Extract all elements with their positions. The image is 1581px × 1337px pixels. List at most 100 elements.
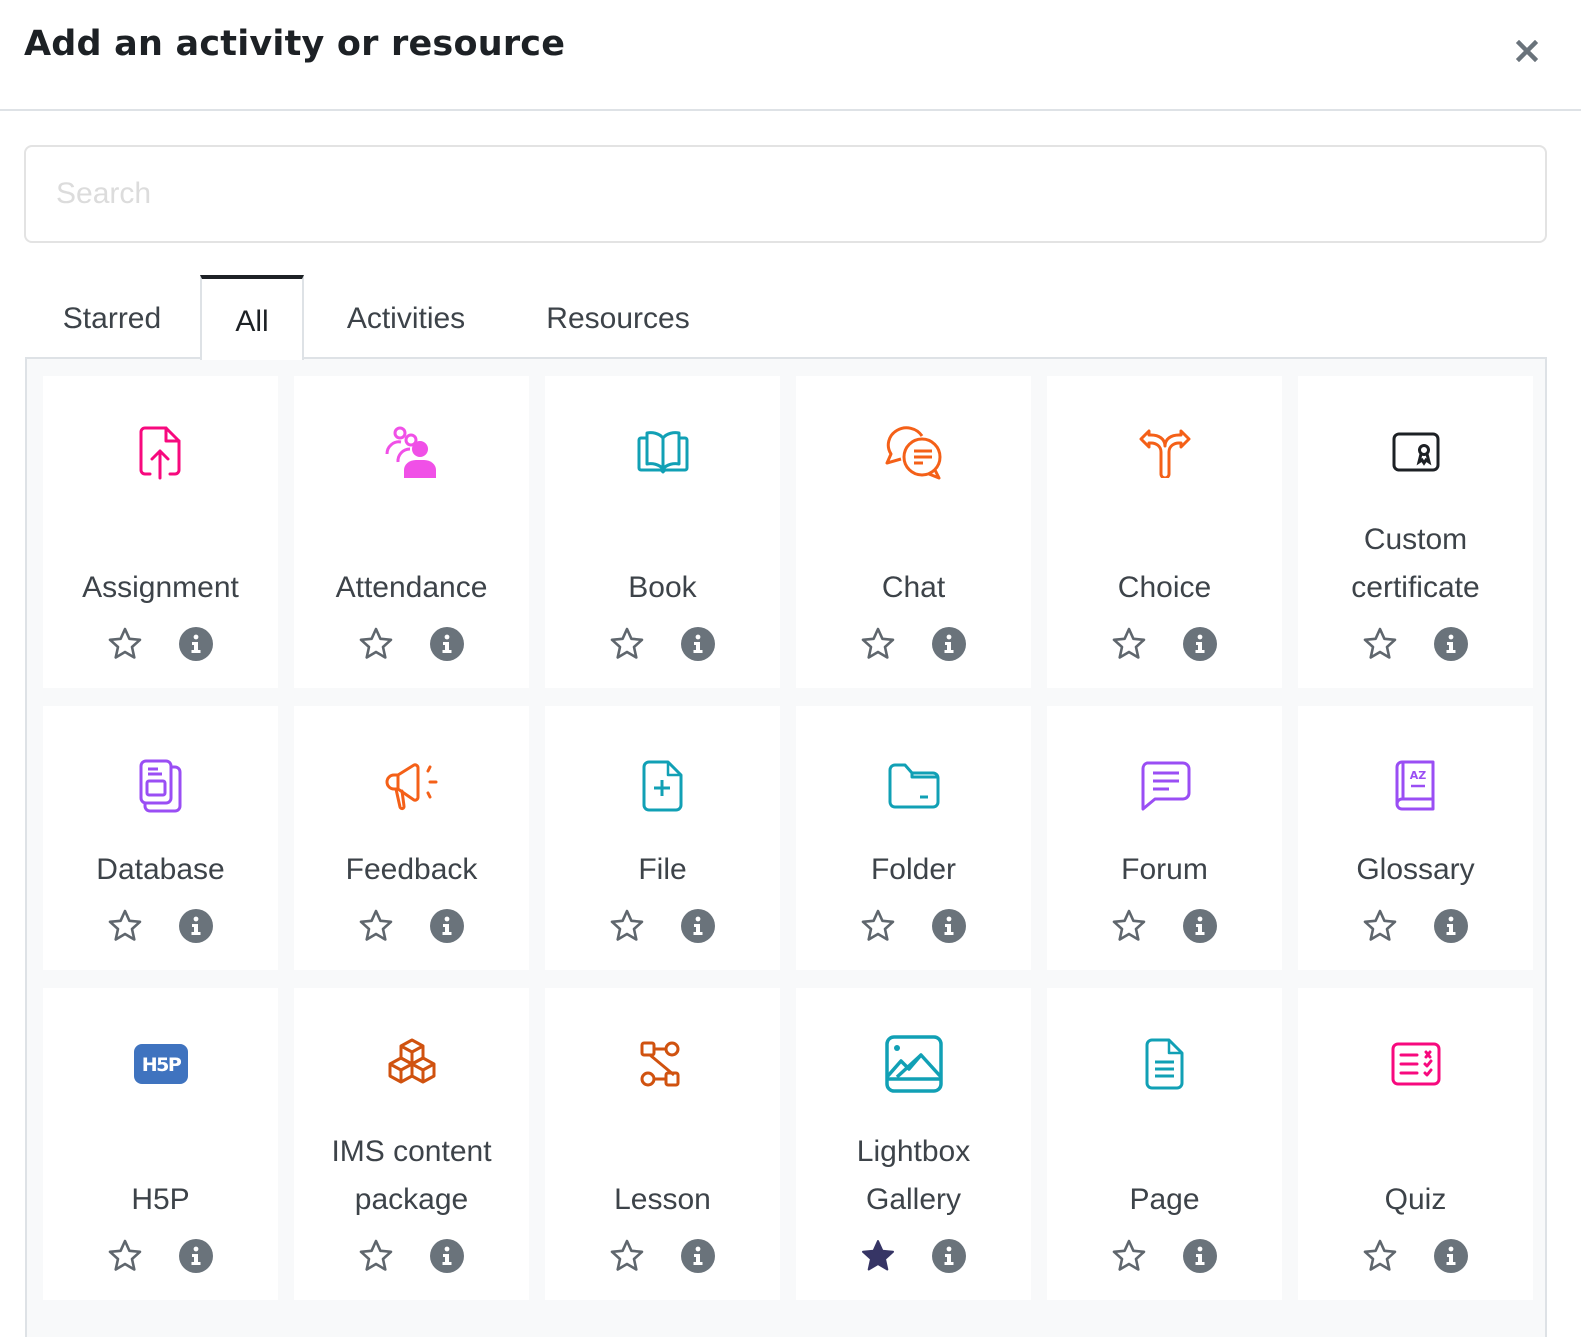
star-outline-icon[interactable]: [358, 908, 394, 944]
module-card-lightbox-gallery[interactable]: Lightbox Gallery: [796, 988, 1031, 1300]
star-outline-icon[interactable]: [1111, 626, 1147, 662]
module-card-lesson[interactable]: Lesson: [545, 988, 780, 1300]
module-label: Custom certificate: [1351, 523, 1480, 604]
star-outline-icon[interactable]: [358, 1238, 394, 1274]
star-outline-icon[interactable]: [107, 1238, 143, 1274]
file-plus-icon: [631, 754, 695, 818]
folder-icon: [882, 754, 946, 818]
dialog-title: Add an activity or resource: [24, 24, 566, 64]
tab-resources[interactable]: Resources: [530, 275, 706, 359]
info-icon[interactable]: [932, 1239, 966, 1273]
module-card-database[interactable]: Database: [43, 706, 278, 970]
module-label: Page: [1129, 1183, 1200, 1216]
star-outline-icon[interactable]: [609, 908, 645, 944]
tab-list: Starred All Activities Resources: [25, 275, 1546, 360]
modules-grid: Assignment Attendance Book Chat Choice Custom…: [43, 376, 1533, 1300]
module-label: Folder: [870, 853, 957, 886]
info-icon[interactable]: [1183, 1239, 1217, 1273]
chat-bubbles-icon: [882, 420, 946, 484]
module-actions: [1047, 624, 1282, 664]
star-outline-icon[interactable]: [609, 1238, 645, 1274]
module-card-quiz[interactable]: Quiz: [1298, 988, 1533, 1300]
info-icon[interactable]: [1434, 627, 1468, 661]
dialog-header: Add an activity or resource: [0, 0, 1581, 111]
module-actions: [545, 906, 780, 946]
module-card-book[interactable]: Book: [545, 376, 780, 688]
module-label: Database: [96, 853, 225, 886]
module-card-file[interactable]: File: [545, 706, 780, 970]
info-icon[interactable]: [179, 909, 213, 943]
module-card-attendance[interactable]: Attendance: [294, 376, 529, 688]
module-actions: [796, 1236, 1031, 1276]
info-icon[interactable]: [179, 627, 213, 661]
star-outline-icon[interactable]: [860, 908, 896, 944]
info-icon[interactable]: [681, 1239, 715, 1273]
info-icon[interactable]: [1183, 627, 1217, 661]
module-card-choice[interactable]: Choice: [1047, 376, 1282, 688]
info-icon[interactable]: [1434, 909, 1468, 943]
module-actions: [1298, 1236, 1533, 1276]
module-label: Feedback: [345, 853, 478, 886]
module-label: File: [638, 853, 687, 886]
module-card-glossary[interactable]: AZ Glossary: [1298, 706, 1533, 970]
module-card-forum[interactable]: Forum: [1047, 706, 1282, 970]
module-actions: [545, 624, 780, 664]
star-outline-icon[interactable]: [1362, 1238, 1398, 1274]
module-actions: [1047, 906, 1282, 946]
info-icon[interactable]: [681, 627, 715, 661]
module-actions: [1047, 1236, 1282, 1276]
info-icon[interactable]: [430, 1239, 464, 1273]
module-label: Quiz: [1384, 1183, 1447, 1216]
module-label: Forum: [1121, 853, 1208, 886]
info-icon[interactable]: [430, 627, 464, 661]
modules-panel: Assignment Attendance Book Chat Choice Custom…: [25, 357, 1547, 1337]
page-document-icon: [1133, 1032, 1197, 1096]
module-label: Book: [628, 571, 697, 604]
module-card-chat[interactable]: Chat: [796, 376, 1031, 688]
tab-all[interactable]: All: [200, 275, 304, 360]
module-actions: [545, 1236, 780, 1276]
module-card-h5p[interactable]: H5P H5P: [43, 988, 278, 1300]
image-gallery-icon: [882, 1032, 946, 1096]
search-input[interactable]: [24, 145, 1547, 243]
tab-activities[interactable]: Activities: [325, 275, 487, 359]
module-actions: [1298, 624, 1533, 664]
info-icon[interactable]: [681, 909, 715, 943]
module-actions: [43, 624, 278, 664]
module-card-ims-content-package[interactable]: IMS content package: [294, 988, 529, 1300]
star-outline-icon[interactable]: [358, 626, 394, 662]
info-icon[interactable]: [179, 1239, 213, 1273]
module-label: Chat: [881, 571, 946, 604]
info-icon[interactable]: [932, 627, 966, 661]
module-label: Choice: [1117, 571, 1212, 604]
module-actions: [796, 624, 1031, 664]
info-icon[interactable]: [430, 909, 464, 943]
close-icon: [1516, 40, 1538, 62]
module-actions: [294, 1236, 529, 1276]
star-filled-icon[interactable]: [860, 1238, 896, 1274]
star-outline-icon[interactable]: [1111, 908, 1147, 944]
star-outline-icon[interactable]: [609, 626, 645, 662]
star-outline-icon[interactable]: [107, 626, 143, 662]
module-card-page[interactable]: Page: [1047, 988, 1282, 1300]
h5p-logo-icon: H5P: [129, 1032, 193, 1096]
module-card-custom-certificate[interactable]: Custom certificate: [1298, 376, 1533, 688]
tab-starred[interactable]: Starred: [39, 275, 185, 359]
module-label: IMS content package: [331, 1135, 492, 1216]
star-outline-icon[interactable]: [1111, 1238, 1147, 1274]
star-outline-icon[interactable]: [107, 908, 143, 944]
info-icon[interactable]: [932, 909, 966, 943]
close-button[interactable]: [1512, 36, 1542, 66]
module-actions: [43, 906, 278, 946]
star-outline-icon[interactable]: [1362, 626, 1398, 662]
star-outline-icon[interactable]: [1362, 908, 1398, 944]
module-actions: [294, 906, 529, 946]
module-card-assignment[interactable]: Assignment: [43, 376, 278, 688]
module-card-feedback[interactable]: Feedback: [294, 706, 529, 970]
info-icon[interactable]: [1183, 909, 1217, 943]
svg-text:AZ: AZ: [1409, 769, 1426, 782]
module-label: Attendance: [335, 571, 488, 604]
info-icon[interactable]: [1434, 1239, 1468, 1273]
module-card-folder[interactable]: Folder: [796, 706, 1031, 970]
star-outline-icon[interactable]: [860, 626, 896, 662]
